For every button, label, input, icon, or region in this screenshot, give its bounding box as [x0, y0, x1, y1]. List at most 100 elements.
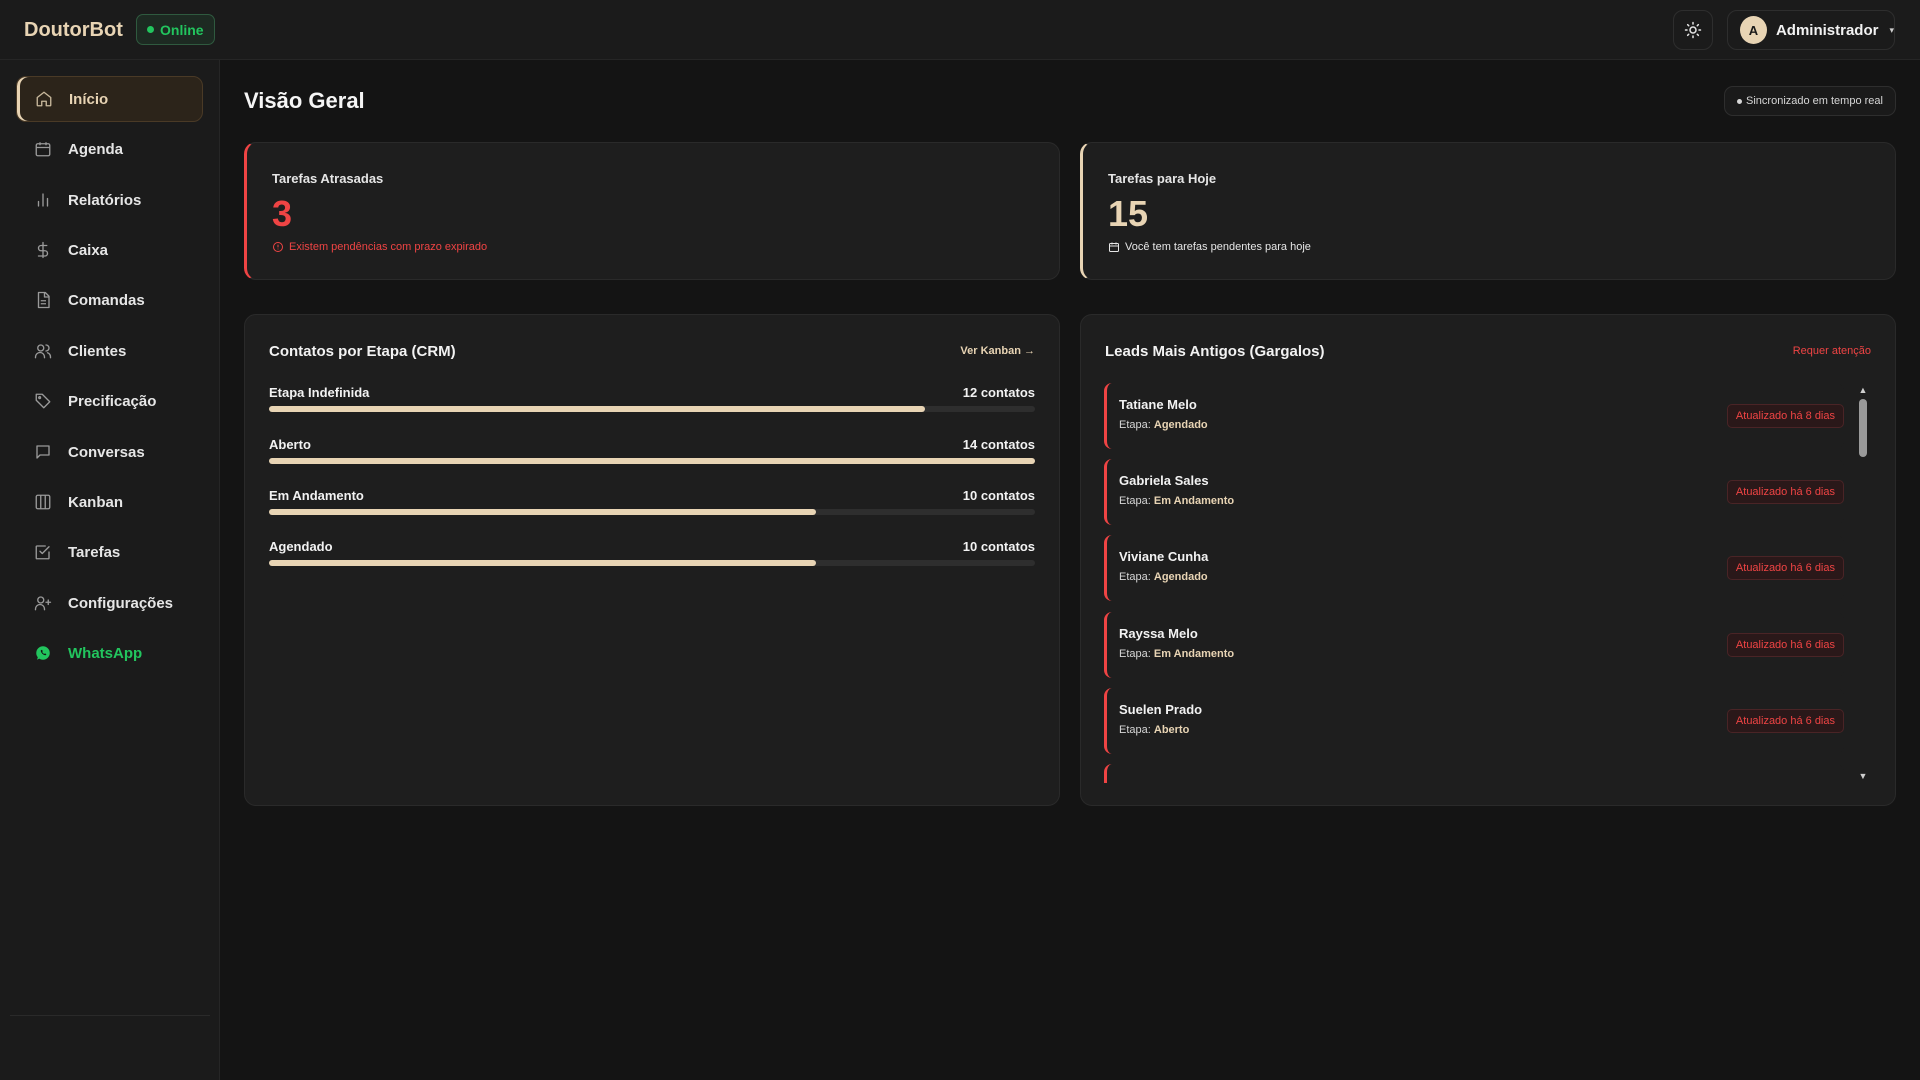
stage-name: Aberto — [269, 437, 311, 452]
stage-count: 12 contatos — [962, 385, 1035, 400]
sidebar-item-inicio[interactable]: Início — [16, 76, 203, 122]
calendar-icon — [1109, 242, 1119, 252]
sidebar-item-precificacao[interactable]: Precificação — [16, 378, 203, 424]
tag-icon — [34, 392, 52, 410]
updated-badge: Atualizado há 8 dias — [1726, 404, 1844, 428]
lead-item-partial[interactable] — [1104, 764, 1844, 783]
sync-label: Sincronizado em tempo real — [1746, 95, 1883, 107]
lead-item[interactable]: Tatiane Melo Etapa: Agendado Atualizado … — [1104, 383, 1844, 449]
sidebar-item-label: Configurações — [68, 594, 174, 612]
panel-title: Contatos por Etapa (CRM) — [269, 343, 456, 360]
kpi-note: Você tem tarefas pendentes para hoje — [1108, 241, 1311, 253]
kpi-note-text: Você tem tarefas pendentes para hoje — [1125, 241, 1311, 253]
sidebar-item-label: Caixa — [68, 241, 109, 259]
updated-badge: Atualizado há 6 dias — [1726, 633, 1844, 657]
stage-row: Etapa Indefinida 12 contatos — [269, 385, 1035, 425]
lead-stage-value: Aberto — [1153, 724, 1190, 736]
scroll-thumb[interactable] — [1859, 399, 1867, 457]
users-icon — [34, 342, 52, 360]
sidebar-item-label: WhatsApp — [68, 644, 143, 662]
chat-icon — [34, 443, 52, 461]
sidebar-item-label: Relatórios — [68, 191, 142, 209]
stage-progress-fill — [269, 509, 816, 515]
lead-item[interactable]: Gabriela Sales Etapa: Em Andamento Atual… — [1104, 459, 1844, 525]
crm-stages-panel: Contatos por Etapa (CRM) Ver Kanban → Et… — [244, 314, 1060, 806]
sync-status-badge: Sincronizado em tempo real — [1724, 86, 1896, 116]
oldest-leads-panel: Leads Mais Antigos (Gargalos) Requer ate… — [1080, 314, 1896, 806]
stage-count: 14 contatos — [962, 437, 1035, 452]
file-icon — [34, 291, 52, 309]
stage-count: 10 contatos — [962, 539, 1035, 554]
sidebar-item-whatsapp[interactable]: WhatsApp — [16, 630, 203, 676]
sync-dot-icon — [1737, 98, 1743, 104]
stage-name: Etapa Indefinida — [269, 385, 370, 400]
updated-badge: Atualizado há 6 dias — [1726, 556, 1844, 580]
avatar: A — [1740, 16, 1767, 44]
sidebar-item-tarefas[interactable]: Tarefas — [16, 529, 203, 575]
lead-item[interactable]: Suelen Prado Etapa: Aberto Atualizado há… — [1104, 688, 1844, 754]
updated-badge: Atualizado há 6 dias — [1726, 480, 1844, 504]
sidebar-item-configuracoes[interactable]: Configurações — [16, 580, 203, 626]
user-name: Administrador — [1775, 21, 1879, 39]
lead-stage: Etapa: Em Andamento — [1119, 648, 1235, 660]
kpi-label: Tarefas para Hoje — [1108, 171, 1217, 186]
lead-stage: Etapa: Aberto — [1119, 724, 1190, 736]
stage-progress-fill — [269, 560, 816, 566]
check-square-icon — [34, 543, 52, 561]
stage-progress-track — [269, 560, 1035, 566]
user-menu-button[interactable]: A Administrador ▾ — [1727, 10, 1895, 50]
today-tasks-card: Tarefas para Hoje 15 Você tem tarefas pe… — [1080, 142, 1896, 280]
sidebar-item-label: Agenda — [68, 140, 124, 158]
stage-progress-track — [269, 458, 1035, 464]
kpi-note: Existem pendências com prazo expirado — [272, 241, 487, 253]
stage-name: Agendado — [269, 539, 333, 554]
sidebar-item-agenda[interactable]: Agenda — [16, 126, 203, 172]
calendar-icon — [34, 140, 52, 158]
stage-row: Em Andamento 10 contatos — [269, 488, 1035, 528]
stage-count: 10 contatos — [962, 488, 1035, 503]
lead-name: Gabriela Sales — [1119, 473, 1209, 488]
chevron-down-icon: ▾ — [1889, 24, 1894, 35]
attention-label: Requer atenção — [1792, 345, 1871, 357]
sidebar-item-relatorios[interactable]: Relatórios — [16, 177, 203, 223]
lead-item[interactable]: Rayssa Melo Etapa: Em Andamento Atualiza… — [1104, 612, 1844, 678]
brand-logo: DoutorBot — [24, 19, 123, 41]
lead-name: Tatiane Melo — [1119, 397, 1197, 412]
sidebar-item-label: Kanban — [68, 493, 124, 511]
lead-item[interactable]: Viviane Cunha Etapa: Agendado Atualizado… — [1104, 535, 1844, 601]
status-dot-icon — [147, 26, 154, 33]
bar-chart-icon — [34, 191, 52, 209]
alert-circle-icon — [273, 242, 283, 252]
sidebar: Início Agenda Relatórios Caixa Comandas … — [0, 60, 220, 1080]
sidebar-item-label: Conversas — [68, 443, 145, 461]
page-title: Visão Geral — [244, 88, 365, 113]
lead-stage-value: Em Andamento — [1153, 495, 1235, 507]
sidebar-item-label: Clientes — [68, 342, 127, 360]
lead-stage-value: Agendado — [1153, 419, 1208, 431]
theme-toggle-button[interactable] — [1673, 10, 1713, 50]
status-label: Online — [160, 21, 204, 38]
sidebar-item-kanban[interactable]: Kanban — [16, 479, 203, 525]
sidebar-item-conversas[interactable]: Conversas — [16, 429, 203, 475]
sidebar-item-clientes[interactable]: Clientes — [16, 328, 203, 374]
user-plus-icon — [34, 594, 52, 612]
kpi-value: 3 — [272, 193, 293, 234]
stage-row: Agendado 10 contatos — [269, 539, 1035, 579]
sidebar-item-label: Comandas — [68, 291, 145, 309]
updated-badge: Atualizado há 6 dias — [1726, 709, 1844, 733]
view-kanban-link[interactable]: Ver Kanban → — [960, 345, 1035, 357]
sidebar-item-caixa[interactable]: Caixa — [16, 227, 203, 273]
stage-name: Em Andamento — [269, 488, 364, 503]
stage-progress-track — [269, 509, 1035, 515]
leads-scrollbar[interactable]: ▲ ▼ — [1857, 385, 1869, 783]
status-badge: Online — [136, 14, 215, 45]
dollar-icon — [34, 241, 52, 259]
leads-list[interactable]: Tatiane Melo Etapa: Agendado Atualizado … — [1104, 383, 1856, 783]
whatsapp-icon — [34, 644, 52, 662]
lead-name: Viviane Cunha — [1119, 549, 1209, 564]
panel-title: Leads Mais Antigos (Gargalos) — [1105, 343, 1325, 360]
scroll-down-arrow-icon[interactable]: ▼ — [1857, 771, 1869, 783]
lead-name: Suelen Prado — [1119, 702, 1203, 717]
scroll-up-arrow-icon[interactable]: ▲ — [1857, 385, 1869, 397]
sidebar-item-comandas[interactable]: Comandas — [16, 277, 203, 323]
